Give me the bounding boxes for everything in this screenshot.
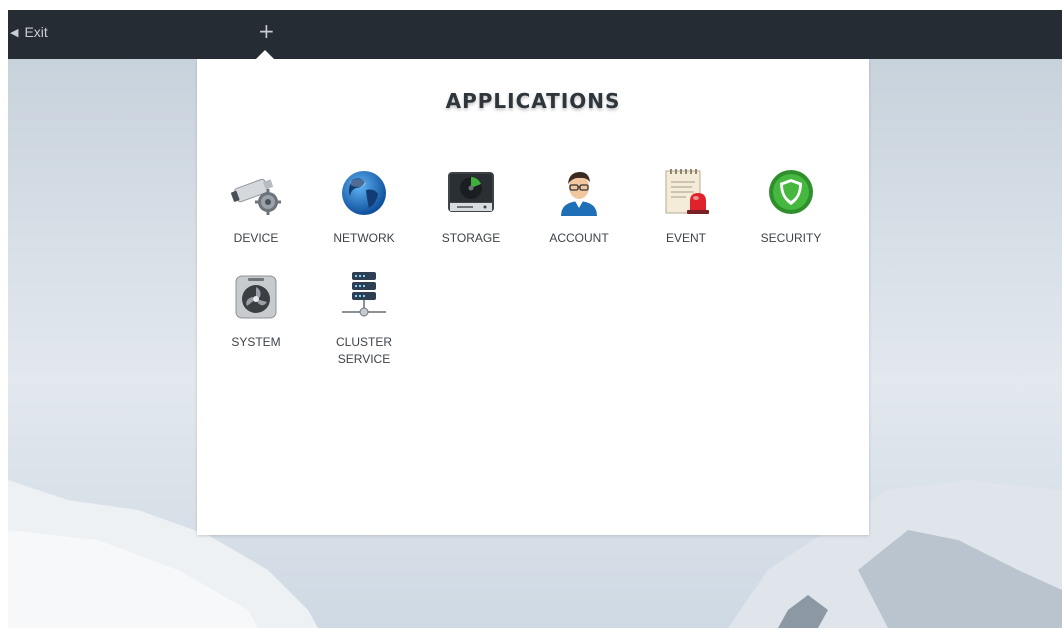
app-cluster-service[interactable]: CLUSTER SERVICE <box>321 270 407 368</box>
app-storage[interactable]: STORAGE <box>428 166 514 247</box>
top-bar: ◀ Exit + <box>8 10 1062 59</box>
server-stack-icon <box>342 272 386 317</box>
app-label: SECURITY <box>760 231 822 245</box>
arrow-left-icon: ◀ <box>10 26 19 39</box>
hard-drive-icon <box>448 172 494 212</box>
system-fan-icon <box>235 275 277 319</box>
app-label: STORAGE <box>441 231 501 245</box>
app-label: EVENT <box>665 231 706 245</box>
camera-gear-icon <box>230 178 281 215</box>
app-label: NETWORK <box>333 231 395 245</box>
exit-button[interactable]: ◀ Exit <box>10 22 48 42</box>
app-network[interactable]: NETWORK <box>321 166 407 247</box>
panel-title: APPLICATIONS <box>445 89 621 113</box>
add-button[interactable]: + <box>258 19 275 43</box>
panel-pointer <box>255 50 275 60</box>
applications-panel: APPLICATIONS DEVICE NETWORK STORAGE ACCO… <box>197 59 869 535</box>
app-security[interactable]: SECURITY <box>748 166 834 247</box>
app-event[interactable]: EVENT <box>643 166 729 247</box>
app-label: DEVICE <box>233 231 279 245</box>
app-label: ACCOUNT <box>549 231 609 245</box>
globe-icon <box>342 171 386 215</box>
notepad-alarm-icon <box>665 169 709 214</box>
exit-label: Exit <box>24 24 48 40</box>
user-avatar-icon <box>561 172 597 216</box>
app-system[interactable]: SYSTEM <box>213 270 299 351</box>
app-label: CLUSTER SERVICE <box>335 335 392 366</box>
app-device[interactable]: DEVICE <box>213 166 299 247</box>
desktop-background: ◀ Exit + APPLICATIONS DEVICE NETWORK STO… <box>8 10 1062 628</box>
shield-icon <box>769 170 813 214</box>
app-label: SYSTEM <box>231 335 281 349</box>
app-account[interactable]: ACCOUNT <box>536 166 622 247</box>
